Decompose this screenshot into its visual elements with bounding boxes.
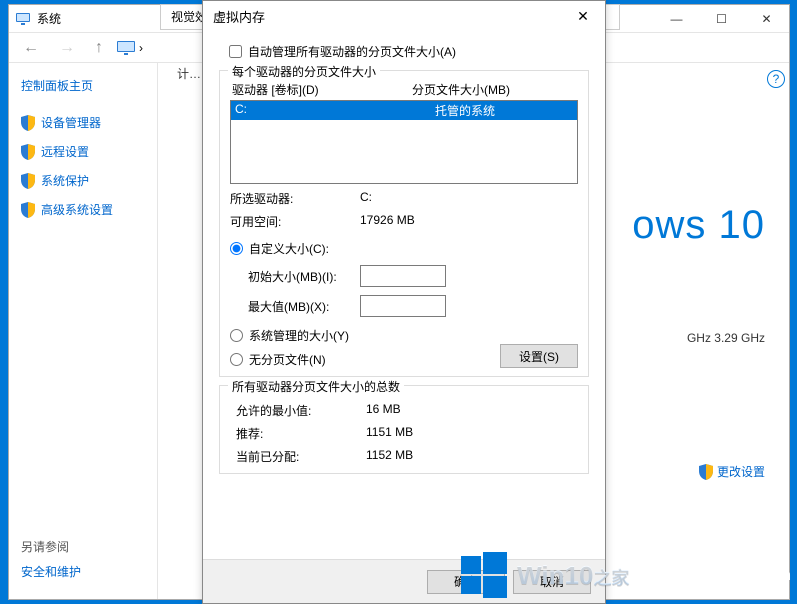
watermark: Win10之家 www.win10xitong.com [461,552,791,598]
shield-icon [21,173,35,189]
virtual-memory-dialog: 虚拟内存 ✕ 自动管理所有驱动器的分页文件大小(A) 每个驱动器的分页文件大小 … [202,0,606,604]
sidebar: 控制面板主页 设备管理器 远程设置 系统保护 高级系统设置 另请参阅 安全和维护 [9,63,157,599]
radio-custom-label: 自定义大小(C): [249,240,329,257]
help-icon[interactable]: ? [767,70,785,88]
window-controls: — ☐ ✕ [654,5,789,33]
sidebar-item-device-manager[interactable]: 设备管理器 [21,114,145,131]
radio-custom-input[interactable] [230,242,243,255]
sidebar-item-remote[interactable]: 远程设置 [21,143,145,160]
nav-up-icon[interactable]: ↑ [89,39,109,57]
vm-titlebar: 虚拟内存 ✕ [203,1,605,31]
monitor-small-icon [117,41,135,55]
monitor-icon [15,11,31,27]
change-settings-label: 更改设置 [717,463,765,480]
totals-group-title: 所有驱动器分页文件大小的总数 [228,378,404,395]
free-space-label: 可用空间: [230,213,360,230]
drive-row-status: 托管的系统 [435,102,495,119]
allocated-value: 1152 MB [366,448,413,465]
radio-system-managed[interactable]: 系统管理的大小(Y) [230,327,578,344]
vm-title: 虚拟内存 [213,7,265,26]
hdr-drive-label: 驱动器 [卷标](D) [232,81,412,98]
free-space-value: 17926 MB [360,213,415,230]
max-size-label: 最大值(MB)(X): [248,298,360,315]
sidebar-item-protection[interactable]: 系统保护 [21,172,145,189]
shield-icon [699,464,713,480]
close-button[interactable]: ✕ [744,5,789,33]
totals-group: 所有驱动器分页文件大小的总数 允许的最小值: 16 MB 推荐: 1151 MB… [219,385,589,474]
control-panel-home-link[interactable]: 控制面板主页 [21,77,145,94]
change-settings-link[interactable]: 更改设置 [699,463,765,480]
shield-icon [21,144,35,160]
radio-system-label: 系统管理的大小(Y) [249,327,349,344]
watermark-text: Win10之家 [517,560,629,591]
selected-drive-value: C: [360,190,372,207]
sidebar-item-label: 系统保护 [41,172,89,189]
set-button[interactable]: 设置(S) [500,344,578,368]
drive-list[interactable]: C: 托管的系统 [230,100,578,184]
security-maintenance-link[interactable]: 安全和维护 [21,563,145,580]
auto-manage-checkbox[interactable]: 自动管理所有驱动器的分页文件大小(A) [229,43,589,60]
system-title: 系统 [37,10,61,27]
sidebar-item-label: 远程设置 [41,143,89,160]
per-drive-group-title: 每个驱动器的分页文件大小 [228,63,380,80]
sidebar-item-advanced[interactable]: 高级系统设置 [21,201,145,218]
recommended-value: 1151 MB [366,425,413,442]
radio-none-label: 无分页文件(N) [249,351,326,368]
shield-icon [21,115,35,131]
minimize-button[interactable]: — [654,5,699,33]
radio-none-input[interactable] [230,353,243,366]
radio-no-paging[interactable]: 无分页文件(N) [230,351,326,368]
min-allowed-value: 16 MB [366,402,401,419]
nav-back-icon[interactable]: ← [17,39,45,57]
initial-size-input[interactable] [360,265,446,287]
initial-size-label: 初始大小(MB)(I): [248,268,360,285]
radio-system-input[interactable] [230,329,243,342]
shield-icon [21,202,35,218]
close-icon[interactable]: ✕ [571,6,595,26]
min-allowed-label: 允许的最小值: [236,402,366,419]
related-header: 另请参阅 [21,538,145,555]
hdr-size-label: 分页文件大小(MB) [412,81,510,98]
nav-forward-icon: → [53,39,81,57]
breadcrumb[interactable]: › [117,41,143,55]
auto-manage-label: 自动管理所有驱动器的分页文件大小(A) [248,43,456,60]
sidebar-item-label: 设备管理器 [41,114,101,131]
recommended-label: 推荐: [236,425,366,442]
drive-list-header: 驱动器 [卷标](D) 分页文件大小(MB) [230,81,578,98]
radio-custom-size[interactable]: 自定义大小(C): [230,240,578,257]
maximize-button[interactable]: ☐ [699,5,744,33]
watermark-url: www.win10xitong.com [643,567,791,584]
max-size-input[interactable] [360,295,446,317]
drive-row-c[interactable]: C: 托管的系统 [231,101,577,120]
windows-10-brand: ows 10 [632,203,765,248]
windows-logo-icon [461,552,507,598]
sidebar-item-label: 高级系统设置 [41,201,113,218]
selected-drive-label: 所选驱动器: [230,190,360,207]
auto-manage-input[interactable] [229,45,242,58]
cpu-speed-text: GHz 3.29 GHz [687,331,765,345]
drive-row-drive: C: [235,102,435,119]
allocated-label: 当前已分配: [236,448,366,465]
per-drive-group: 每个驱动器的分页文件大小 驱动器 [卷标](D) 分页文件大小(MB) C: 托… [219,70,589,377]
